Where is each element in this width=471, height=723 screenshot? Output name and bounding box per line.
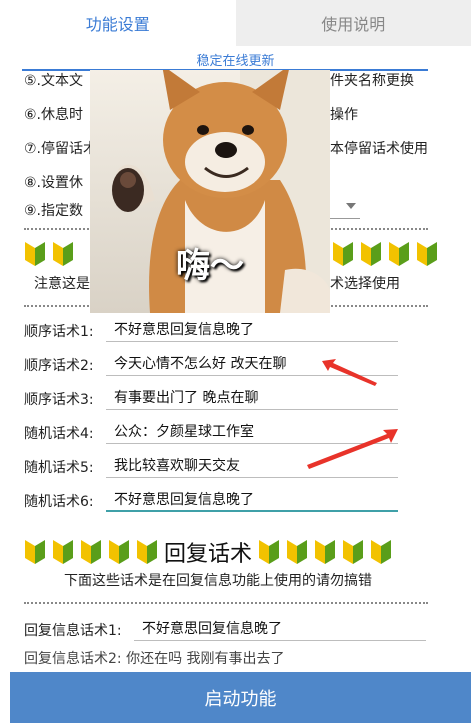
script-label-3: 顺序话术3: [24,392,94,408]
beginner-mark-icon [81,540,101,564]
reply-row-2-text: 回复信息话术2: 你还在吗 我刚有事出去了 [24,651,285,667]
meme-caption: 嗨～ [176,246,244,286]
dog-meme-image: 嗨～ [90,70,330,313]
script-label-1: 顺序话术1: [24,324,94,340]
script-label-2: 顺序话术2: [24,358,94,374]
reply-input-1[interactable]: 不好意思回复信息晚了 [134,617,426,641]
option-8-label: ⑧.设置休 [24,175,84,191]
option-5-label: ⑤.文本文 [24,73,84,89]
beginner-mark-icon [417,242,437,266]
beginner-mark-icon [371,540,392,564]
beginner-mark-icon [109,540,129,564]
red-arrow-icon [322,359,377,386]
beginner-mark-icon [53,242,73,266]
beginner-mark-icon [137,540,157,564]
beginner-mark-icon [259,540,280,564]
script-label-6: 随机话术6: [24,494,94,510]
beginner-mark-icon [25,242,45,266]
option-5-detail: 件夹名称更换 [330,73,414,89]
beginner-mark-icon [343,540,364,564]
reply-section-title: 回复话术 [164,542,253,567]
chevron-down-icon [346,203,356,209]
red-arrow-icon [307,429,398,469]
reply-section-note: 下面这些话术是在回复信息功能上使用的请勿搞错 [64,573,372,589]
beginner-mark-icon [287,540,308,564]
beginner-mark-icon [333,242,353,266]
script-label-4: 随机话术4: [24,426,94,442]
beginner-mark-icon [315,540,336,564]
reply-row-2-partial: 回复信息话术2: 你还在吗 我刚有事出去了 [24,648,324,670]
tab-bar: 功能设置 使用说明 [0,0,471,46]
reply-title-row: 回复话术 [22,536,394,568]
divider [24,602,428,604]
script-input-3[interactable]: 有事要出门了 晚点在聊 [106,386,398,410]
option-9-label: ⑨.指定数 [24,203,84,219]
option-7-detail: 本停留话术使用 [330,141,428,157]
launch-button[interactable]: 启动功能 [10,672,471,723]
option-7-label: ⑦.停留话术 [24,141,98,157]
update-link[interactable]: 稳定在线更新 [0,50,471,69]
beginner-mark-icon [389,242,409,266]
script-input-6[interactable]: 不好意思回复信息晚了 [106,488,398,512]
notice-left: 注意这是 [34,276,90,292]
option-6-label: ⑥.休息时 [24,107,84,123]
option-6-detail: 操作 [330,107,358,123]
beginner-mark-icon [361,242,381,266]
beginner-mark-icon [25,540,45,564]
script-label-5: 随机话术5: [24,460,94,476]
tab-help[interactable]: 使用说明 [235,0,471,46]
script-input-1[interactable]: 不好意思回复信息晚了 [106,318,398,342]
beginner-mark-icon [53,540,73,564]
badge-row-top-left [22,240,76,268]
tab-settings[interactable]: 功能设置 [0,0,236,46]
badge-row-top-right [330,240,440,268]
notice-right: 术选择使用 [330,276,400,292]
reply-label-1: 回复信息话术1: [24,623,122,639]
